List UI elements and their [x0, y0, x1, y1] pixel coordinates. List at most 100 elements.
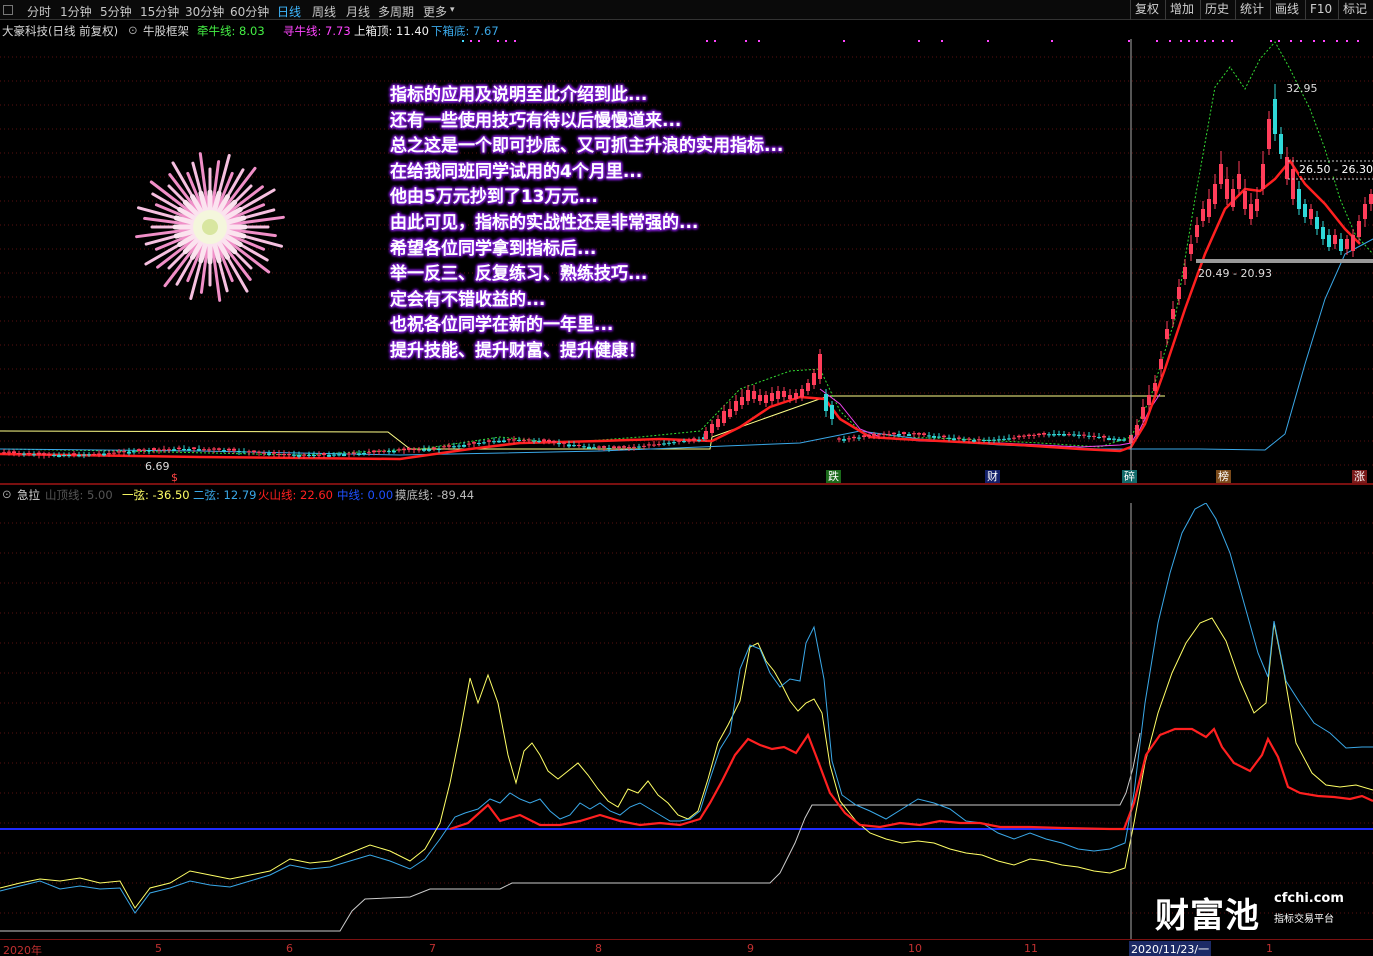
- candle-body: [172, 449, 176, 451]
- candle-body: [502, 440, 506, 443]
- candle-body: [412, 448, 416, 450]
- candle-body: [512, 439, 516, 441]
- signal-dot: [941, 40, 943, 42]
- candle-body: [352, 452, 356, 454]
- candle-body: [1082, 434, 1086, 436]
- statistics-button[interactable]: 统计: [1235, 0, 1268, 20]
- candle-body: [97, 453, 101, 455]
- candle-body: [517, 440, 521, 442]
- candle-body: [652, 444, 656, 446]
- add-button[interactable]: 增加: [1165, 0, 1198, 20]
- candle-body: [1153, 383, 1157, 391]
- candle-body: [907, 434, 911, 437]
- period-tab-fenshi[interactable]: 分时: [27, 3, 51, 20]
- candle-body: [42, 453, 46, 455]
- candle-body: [207, 449, 211, 451]
- period-tab-30min[interactable]: 30分钟: [185, 3, 224, 20]
- period-tab-multi[interactable]: 多周期: [378, 3, 414, 20]
- sub-settings-icon[interactable]: ⊙: [2, 487, 12, 501]
- candle-body: [1027, 434, 1031, 437]
- candle-body: [932, 436, 936, 438]
- period-tab-1min[interactable]: 1分钟: [60, 3, 92, 20]
- candle-body: [1171, 309, 1175, 319]
- candle-body: [567, 444, 571, 447]
- candle-body: [617, 446, 621, 448]
- period-tab-15min[interactable]: 15分钟: [140, 3, 179, 20]
- candle-body: [1102, 435, 1106, 438]
- candle-body: [257, 451, 261, 453]
- candle-body: [877, 434, 881, 436]
- candle-body: [627, 447, 631, 449]
- candle-body: [67, 454, 71, 457]
- candle-body: [1225, 179, 1229, 199]
- sub-indicator-name[interactable]: 急拉: [17, 487, 40, 503]
- period-tab-daily[interactable]: 日线: [277, 3, 301, 20]
- candle-body: [1327, 235, 1331, 247]
- sub-line-3: 二弦: 12.79: [193, 488, 257, 502]
- candle-body: [197, 449, 201, 451]
- candle-body: [137, 449, 141, 452]
- candle-body: [770, 393, 774, 401]
- candle-body: [1032, 434, 1036, 436]
- period-toolbar: 分时 1分钟 5分钟 15分钟 30分钟 60分钟 日线 周线 月线 多周期 更…: [0, 0, 1373, 20]
- signal-dot: [1346, 40, 1348, 42]
- candle-body: [682, 441, 686, 443]
- candle-body: [1092, 435, 1096, 437]
- signal-dot: [918, 40, 920, 42]
- candle-body: [37, 452, 41, 455]
- panel-toggle-icon[interactable]: [3, 5, 13, 15]
- period-tab-more[interactable]: 更多: [423, 3, 447, 20]
- logo-tagline: 指标交易平台: [1274, 914, 1334, 925]
- candle-body: [147, 450, 151, 452]
- candle-body: [1303, 204, 1307, 217]
- candle-body: [267, 453, 271, 455]
- upper-box-value: 上箱顶: 11.40: [354, 24, 429, 38]
- candle-body: [592, 447, 596, 449]
- candle-body: [212, 448, 216, 450]
- er-xian-line: [0, 503, 1373, 914]
- candle-body: [312, 454, 316, 457]
- indicator-name[interactable]: 牛股框架: [143, 23, 189, 39]
- candle-body: [577, 444, 581, 446]
- candle-body: [382, 450, 386, 452]
- oscillator-chart[interactable]: [0, 503, 1373, 939]
- candle-body: [357, 453, 361, 455]
- period-tab-monthly[interactable]: 月线: [346, 3, 370, 20]
- date-tick: 8: [595, 942, 602, 955]
- f10-button[interactable]: F10: [1305, 0, 1336, 20]
- candle-body: [1002, 438, 1006, 440]
- candle-body: [72, 453, 76, 455]
- candle-body: [432, 447, 436, 450]
- more-dropdown-icon[interactable]: ▾: [450, 5, 455, 15]
- logo-domain: cfchi.com: [1274, 891, 1344, 906]
- indicator-settings-icon[interactable]: ⊙: [128, 23, 138, 37]
- fuquan-button[interactable]: 复权: [1130, 0, 1163, 20]
- candle-body: [1135, 425, 1139, 435]
- candle-body: [947, 437, 951, 439]
- candle-body: [1363, 204, 1367, 219]
- candle-body: [716, 419, 720, 427]
- candle-body: [782, 391, 786, 397]
- candle-body: [242, 451, 246, 453]
- candle-body: [92, 453, 96, 455]
- candle-body: [372, 450, 376, 453]
- mark-button[interactable]: 标记: [1338, 0, 1371, 20]
- candle-body: [272, 452, 276, 454]
- history-button[interactable]: 历史: [1200, 0, 1233, 20]
- draw-line-button[interactable]: 画线: [1270, 0, 1303, 20]
- candle-body: [552, 440, 556, 443]
- period-tab-60min[interactable]: 60分钟: [230, 3, 269, 20]
- period-tab-5min[interactable]: 5分钟: [100, 3, 132, 20]
- candle-body: [1339, 239, 1343, 251]
- candle-body: [482, 442, 486, 444]
- candle-body: [1333, 235, 1337, 244]
- candle-body: [857, 437, 861, 439]
- main-indicator-info: 大豪科技(日线 前复权) ⊙ 牛股框架 牵牛线: 8.03 寻牛线: 7.73 …: [0, 21, 1373, 39]
- candle-body: [62, 454, 66, 456]
- period-tab-weekly[interactable]: 周线: [312, 3, 336, 20]
- candle-body: [302, 454, 306, 456]
- candle-body: [492, 441, 496, 443]
- candle-body: [1369, 194, 1373, 204]
- message-line: 由此可见，指标的实战性还是非常强的...: [390, 212, 699, 233]
- signal-marker: 碎: [1122, 470, 1137, 484]
